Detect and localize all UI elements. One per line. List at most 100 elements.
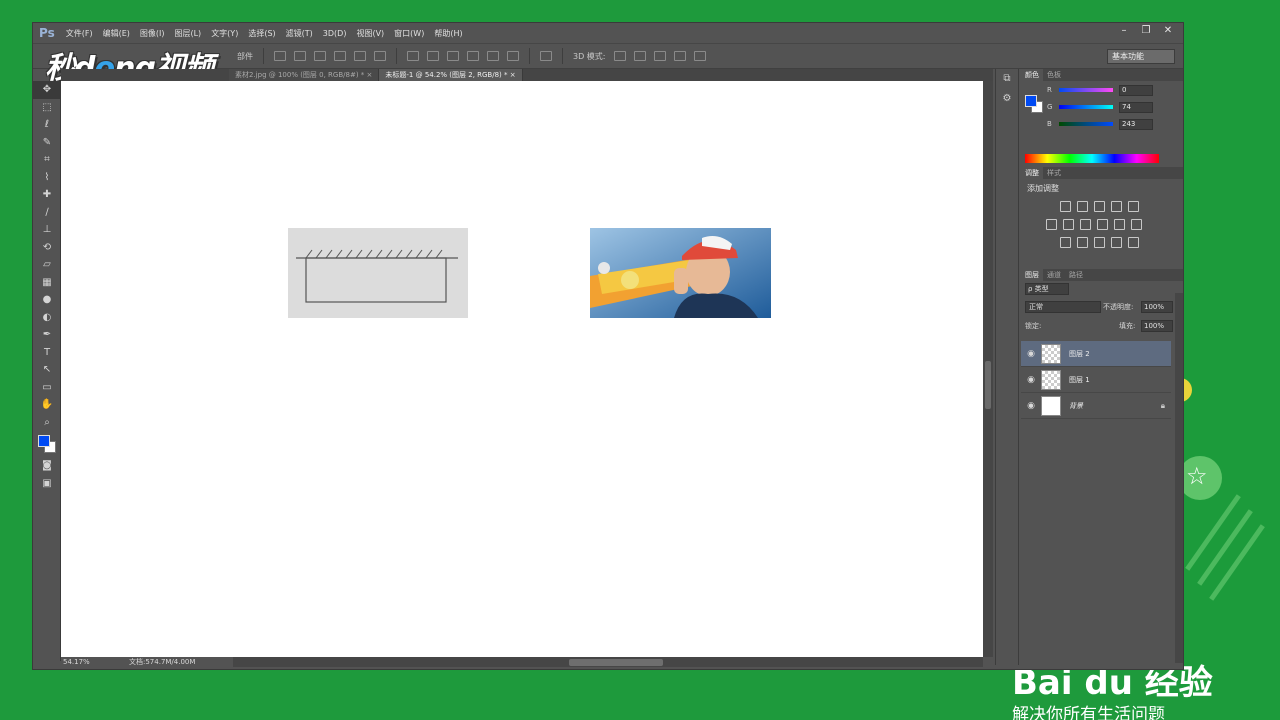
- r-value-field[interactable]: 0: [1119, 84, 1153, 96]
- foreground-color-swatch[interactable]: [38, 435, 50, 447]
- close-icon[interactable]: ×: [510, 71, 516, 79]
- tab-layers[interactable]: 图层: [1021, 269, 1043, 281]
- color-lookup-icon[interactable]: [1131, 219, 1142, 230]
- menu-filter[interactable]: 滤镜(T): [281, 28, 318, 39]
- posterize-icon[interactable]: [1077, 237, 1088, 248]
- menu-edit[interactable]: 编辑(E): [98, 28, 135, 39]
- 3d-pan-icon[interactable]: [653, 51, 666, 61]
- fill-field[interactable]: 100%: [1141, 320, 1173, 332]
- align-hcenter-icon[interactable]: [354, 51, 366, 61]
- color-spectrum[interactable]: [1025, 154, 1159, 163]
- tab-channels[interactable]: 通道: [1043, 269, 1065, 281]
- distribute-right-icon[interactable]: [507, 51, 519, 61]
- quick-select-tool-icon[interactable]: ✎: [33, 134, 61, 152]
- align-right-icon[interactable]: [374, 51, 386, 61]
- quick-mask-icon[interactable]: ◙: [33, 457, 61, 475]
- scroll-thumb[interactable]: [985, 361, 991, 409]
- 3d-rotate-icon[interactable]: [613, 51, 626, 61]
- panel-scrollbar[interactable]: [1175, 293, 1183, 663]
- restore-button[interactable]: ❐: [1135, 23, 1157, 39]
- menu-3d[interactable]: 3D(D): [318, 29, 352, 38]
- distribute-vcenter-icon[interactable]: [427, 51, 439, 61]
- crop-tool-icon[interactable]: ⌗: [33, 151, 61, 169]
- align-left-icon[interactable]: [334, 51, 346, 61]
- levels-icon[interactable]: [1077, 201, 1088, 212]
- eye-icon[interactable]: ◉: [1021, 349, 1041, 359]
- menu-select[interactable]: 选择(S): [243, 28, 280, 39]
- type-tool-icon[interactable]: T: [33, 344, 61, 362]
- properties-panel-icon[interactable]: ⚙: [996, 89, 1018, 109]
- tab-color[interactable]: 颜色: [1021, 69, 1043, 81]
- dodge-tool-icon[interactable]: ◐: [33, 309, 61, 327]
- align-bottom-icon[interactable]: [314, 51, 326, 61]
- gradient-map-icon[interactable]: [1128, 237, 1139, 248]
- 3d-scale-icon[interactable]: [693, 51, 706, 61]
- sketch-image-layer[interactable]: [288, 228, 468, 318]
- screen-mode-icon[interactable]: ▣: [33, 475, 61, 493]
- g-slider[interactable]: [1059, 105, 1113, 109]
- shape-tool-icon[interactable]: ▭: [33, 379, 61, 397]
- color-balance-icon[interactable]: [1063, 219, 1074, 230]
- path-select-tool-icon[interactable]: ↖: [33, 361, 61, 379]
- blur-tool-icon[interactable]: ●: [33, 291, 61, 309]
- channel-mixer-icon[interactable]: [1114, 219, 1125, 230]
- brightness-icon[interactable]: [1060, 201, 1071, 212]
- eraser-tool-icon[interactable]: ▱: [33, 256, 61, 274]
- tab-material2[interactable]: 素材2.jpg @ 100% (图层 0, RGB/8#) * ×: [229, 69, 380, 81]
- layer-row-layer-2[interactable]: ◉ 图层 2: [1021, 341, 1171, 367]
- exposure-icon[interactable]: [1111, 201, 1122, 212]
- 3d-slide-icon[interactable]: [673, 51, 686, 61]
- layer-filter-select[interactable]: ρ 类型: [1025, 283, 1069, 295]
- curves-icon[interactable]: [1094, 201, 1105, 212]
- minimize-button[interactable]: –: [1113, 23, 1135, 39]
- eyedropper-tool-icon[interactable]: ⌇: [33, 169, 61, 187]
- zoom-tool-icon[interactable]: ⌕: [33, 414, 61, 432]
- layer-row-layer-1[interactable]: ◉ 图层 1: [1021, 367, 1171, 393]
- marquee-tool-icon[interactable]: ⬚: [33, 99, 61, 117]
- gradient-tool-icon[interactable]: ▦: [33, 274, 61, 292]
- opacity-field[interactable]: 100%: [1141, 301, 1173, 313]
- close-icon[interactable]: ×: [367, 71, 373, 79]
- align-top-icon[interactable]: [274, 51, 286, 61]
- r-slider[interactable]: [1059, 88, 1113, 92]
- clone-stamp-tool-icon[interactable]: ⊥: [33, 221, 61, 239]
- close-button[interactable]: ✕: [1157, 23, 1179, 39]
- vibrance-icon[interactable]: [1128, 201, 1139, 212]
- menu-file[interactable]: 文件(F): [61, 28, 98, 39]
- threshold-icon[interactable]: [1094, 237, 1105, 248]
- 3d-roll-icon[interactable]: [633, 51, 646, 61]
- distribute-hcenter-icon[interactable]: [487, 51, 499, 61]
- menu-help[interactable]: 帮助(H): [429, 28, 467, 39]
- healing-brush-tool-icon[interactable]: ✚: [33, 186, 61, 204]
- g-value-field[interactable]: 74: [1119, 101, 1153, 113]
- vertical-scrollbar[interactable]: [983, 81, 993, 657]
- tab-adjustments[interactable]: 调整: [1021, 167, 1043, 179]
- color-swatches[interactable]: [33, 431, 61, 457]
- document-canvas[interactable]: [61, 81, 983, 657]
- menu-view[interactable]: 视图(V): [351, 28, 389, 39]
- b-value-field[interactable]: 243: [1119, 118, 1153, 130]
- distribute-left-icon[interactable]: [467, 51, 479, 61]
- tab-swatches[interactable]: 色板: [1043, 69, 1065, 81]
- history-brush-tool-icon[interactable]: ⟲: [33, 239, 61, 257]
- skater-photo-layer[interactable]: [590, 228, 771, 318]
- pen-tool-icon[interactable]: ✒: [33, 326, 61, 344]
- menu-layer[interactable]: 图层(L): [169, 28, 206, 39]
- invert-icon[interactable]: [1060, 237, 1071, 248]
- history-panel-icon[interactable]: ⧉: [996, 69, 1018, 89]
- scroll-thumb[interactable]: [569, 659, 663, 666]
- b-slider[interactable]: [1059, 122, 1113, 126]
- distribute-bottom-icon[interactable]: [447, 51, 459, 61]
- zoom-level[interactable]: 54.17%: [61, 657, 97, 667]
- foreground-color-swatch[interactable]: [1025, 95, 1037, 107]
- tab-paths[interactable]: 路径: [1065, 269, 1087, 281]
- distribute-top-icon[interactable]: [407, 51, 419, 61]
- tab-styles[interactable]: 样式: [1043, 167, 1065, 179]
- blend-mode-select[interactable]: 正常: [1025, 301, 1101, 313]
- photo-filter-icon[interactable]: [1097, 219, 1108, 230]
- hand-tool-icon[interactable]: ✋: [33, 396, 61, 414]
- selective-color-icon[interactable]: [1111, 237, 1122, 248]
- horizontal-scrollbar[interactable]: [233, 657, 983, 667]
- hue-saturation-icon[interactable]: [1046, 219, 1057, 230]
- menu-window[interactable]: 窗口(W): [389, 28, 429, 39]
